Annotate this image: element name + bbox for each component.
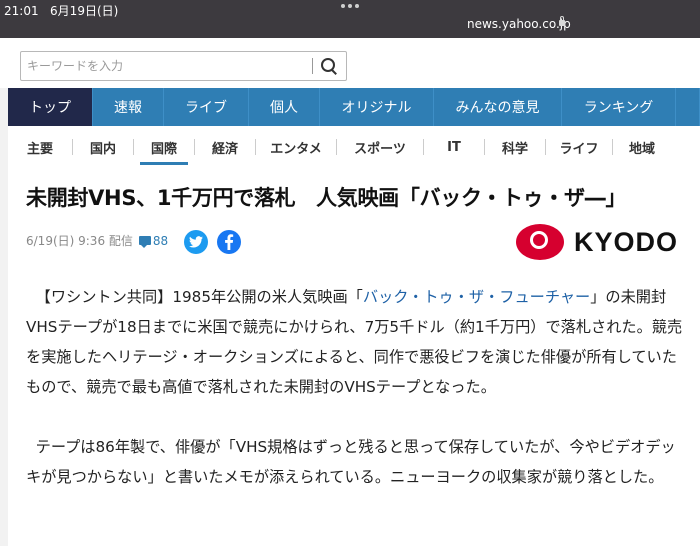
category-it[interactable]: IT (424, 126, 484, 168)
search-divider (312, 58, 313, 74)
category-life[interactable]: ライフ (546, 126, 612, 168)
search-area (0, 38, 700, 88)
status-bar: 21:01 6月19日(日) news.yahoo.co.jp (0, 0, 700, 38)
search-box (20, 51, 347, 81)
category-sports[interactable]: スポーツ (337, 126, 423, 168)
article-paragraph: テープは86年製で、俳優が「VHS規格はずっと残ると思って保存していたが、今やビ… (26, 438, 676, 486)
article: 未開封VHS、1千万円で落札 人気映画「バック・トゥ・ザ―」 6/19(日) 9… (8, 168, 700, 546)
category-economy[interactable]: 経済 (195, 126, 255, 168)
article-body: 【ワシントン共同】1985年公開の米人気映画「バック・トゥ・ザ・フューチャー」の… (26, 282, 686, 522)
kyodo-logo[interactable]: KYODO (516, 222, 678, 262)
category-entertainment[interactable]: エンタメ (256, 126, 336, 168)
category-domestic[interactable]: 国内 (73, 126, 133, 168)
twitter-share-icon[interactable] (184, 230, 208, 254)
article-paragraph: 【ワシントン共同】1985年公開の米人気映画「バック・トゥ・ザ・フューチャー」の… (26, 288, 683, 396)
kyodo-wordmark: KYODO (574, 226, 679, 257)
nav-top[interactable]: トップ (8, 88, 93, 126)
article-date: 6/19(日) 9:36 配信 (26, 234, 133, 248)
search-input[interactable] (21, 52, 311, 80)
category-science[interactable]: 科学 (485, 126, 545, 168)
nav-ranking[interactable]: ランキング (562, 88, 676, 126)
kyodo-mark-icon (516, 223, 566, 261)
nav-individual[interactable]: 個人 (249, 88, 320, 126)
article-headline: 未開封VHS、1千万円で落札 人気映画「バック・トゥ・ザ―」 (26, 186, 627, 210)
search-button[interactable] (317, 55, 341, 77)
nav-live[interactable]: ライブ (164, 88, 249, 126)
category-region[interactable]: 地域 (613, 126, 671, 168)
movie-title-link[interactable]: バック・トゥ・ザ・フューチャー (363, 288, 590, 306)
status-time: 21:01 6月19日(日) (4, 4, 119, 18)
comment-icon (138, 236, 151, 248)
comment-link[interactable]: 88 (138, 233, 169, 248)
facebook-share-icon[interactable] (217, 230, 241, 254)
category-nav: 主要 国内 国際 経済 エンタメ スポーツ IT 科学 ライフ 地域 (8, 126, 700, 169)
category-international[interactable]: 国際 (134, 126, 194, 168)
lock-icon (559, 16, 565, 26)
address-bar-url[interactable]: news.yahoo.co.jp (467, 17, 571, 31)
nav-original[interactable]: オリジナル (320, 88, 434, 126)
nav-more[interactable] (676, 88, 700, 126)
article-meta: 6/19(日) 9:36 配信 88 (26, 232, 168, 249)
nav-opinions[interactable]: みんなの意見 (434, 88, 562, 126)
comment-count: 88 (152, 233, 169, 248)
nav-breaking[interactable]: 速報 (93, 88, 164, 126)
main-nav: トップ 速報 ライブ 個人 オリジナル みんなの意見 ランキング (8, 88, 700, 126)
category-main[interactable]: 主要 (8, 126, 72, 168)
tab-dots-icon[interactable] (341, 4, 359, 8)
